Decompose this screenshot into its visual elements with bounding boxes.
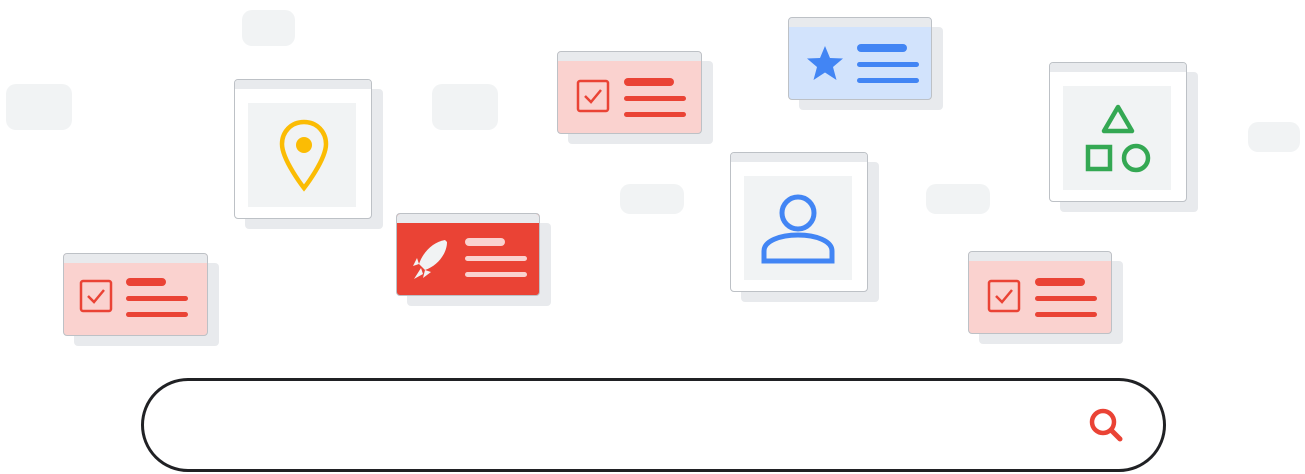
- text-lines-icon: [1035, 278, 1097, 317]
- checkbox-icon: [576, 79, 610, 113]
- favorite-card[interactable]: [788, 17, 943, 110]
- task-card[interactable]: [557, 51, 713, 144]
- placeholder-pill: [432, 84, 498, 130]
- shapes-icon: [1085, 104, 1151, 173]
- placeholder-pill: [6, 84, 72, 130]
- search-button[interactable]: [1079, 399, 1135, 455]
- checkbox-icon: [987, 279, 1021, 313]
- search-input[interactable]: [184, 403, 1068, 449]
- placeholder-pill: [926, 184, 990, 214]
- profile-card[interactable]: [730, 152, 879, 302]
- placeholder-pill: [242, 10, 295, 46]
- placeholder-pill: [620, 184, 684, 214]
- text-lines-icon: [465, 238, 527, 277]
- text-lines-icon: [857, 44, 919, 83]
- placeholder-pill: [1248, 122, 1300, 152]
- launch-card[interactable]: [396, 213, 551, 306]
- task-card[interactable]: [63, 253, 219, 346]
- search-icon: [1089, 408, 1123, 442]
- rocket-icon: [413, 240, 447, 279]
- text-lines-icon: [126, 278, 188, 317]
- search-bar[interactable]: [141, 378, 1166, 472]
- task-card[interactable]: [968, 251, 1123, 344]
- checkbox-icon: [79, 279, 113, 313]
- location-card[interactable]: [234, 79, 383, 229]
- location-pin-icon: [279, 119, 329, 192]
- shapes-card[interactable]: [1049, 62, 1198, 212]
- star-icon: [807, 46, 843, 80]
- person-icon: [761, 194, 835, 264]
- text-lines-icon: [624, 78, 686, 117]
